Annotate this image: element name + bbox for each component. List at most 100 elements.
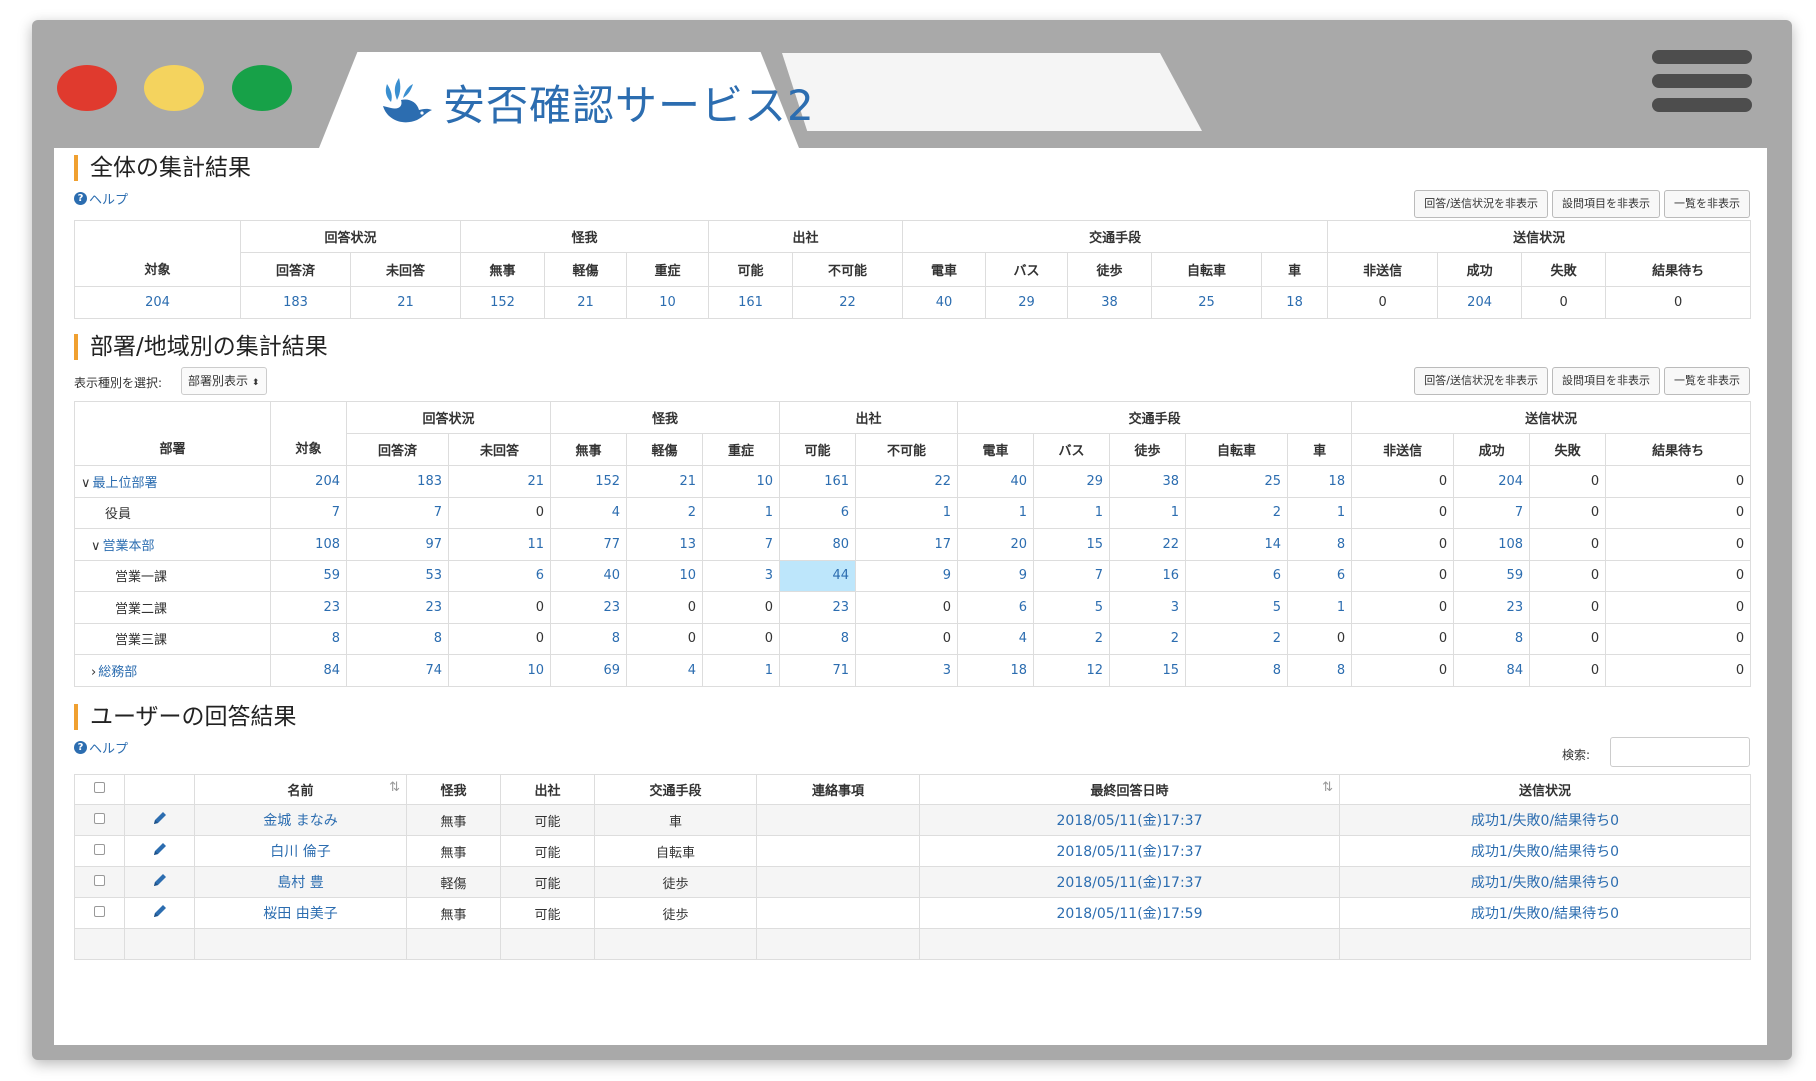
summary-cell[interactable]: 204 xyxy=(1437,286,1523,319)
last-response-datetime[interactable]: 2018/05/11(金)17:59 xyxy=(919,897,1340,929)
hide-list-button[interactable]: 一覧を非表示 xyxy=(1664,367,1750,395)
edit-cell[interactable] xyxy=(124,897,195,929)
summary-cell[interactable]: 4 xyxy=(626,654,704,687)
user-name-link[interactable]: 島村 豊 xyxy=(194,866,407,898)
summary-cell[interactable]: 8 xyxy=(1453,622,1531,655)
hide-question-items-button[interactable]: 設問項目を非表示 xyxy=(1552,367,1660,395)
summary-cell[interactable]: 21 xyxy=(447,465,552,498)
summary-cell[interactable]: 14 xyxy=(1185,528,1289,561)
summary-cell[interactable]: 12 xyxy=(1033,654,1111,687)
last-response-datetime[interactable]: 2018/05/11(金)17:37 xyxy=(919,835,1340,867)
summary-cell[interactable]: 40 xyxy=(902,286,987,319)
summary-cell[interactable]: 108 xyxy=(1453,528,1531,561)
summary-cell[interactable]: 8 xyxy=(1287,654,1353,687)
edit-cell[interactable] xyxy=(124,804,195,836)
summary-cell[interactable]: 59 xyxy=(1453,559,1531,592)
summary-cell[interactable]: 6 xyxy=(957,591,1035,624)
pencil-icon[interactable] xyxy=(151,840,169,858)
summary-cell[interactable]: 161 xyxy=(708,286,794,319)
row-checkbox[interactable] xyxy=(94,906,105,917)
summary-cell[interactable]: 1 xyxy=(1033,496,1111,529)
summary-cell[interactable]: 18 xyxy=(957,654,1035,687)
summary-cell[interactable]: 152 xyxy=(460,286,546,319)
select-all-checkbox-cell[interactable] xyxy=(74,774,125,805)
summary-cell[interactable]: 183 xyxy=(346,465,449,498)
summary-cell[interactable]: 6 xyxy=(447,559,552,592)
send-status-link[interactable]: 成功1/失敗0/結果待ち0 xyxy=(1339,897,1751,929)
summary-cell[interactable]: 8 xyxy=(1185,654,1289,687)
summary-cell[interactable]: 11 xyxy=(447,528,552,561)
hide-question-items-button[interactable]: 設問項目を非表示 xyxy=(1552,190,1660,218)
summary-cell[interactable]: 38 xyxy=(1067,286,1153,319)
summary-cell[interactable]: 25 xyxy=(1185,465,1289,498)
edit-cell[interactable] xyxy=(124,835,195,867)
summary-cell[interactable]: 84 xyxy=(270,654,347,687)
summary-cell[interactable]: 3 xyxy=(702,559,781,592)
summary-cell[interactable]: 38 xyxy=(1109,465,1187,498)
department-name[interactable]: 総務部 xyxy=(98,665,137,680)
summary-cell[interactable]: 97 xyxy=(346,528,449,561)
summary-cell[interactable]: 108 xyxy=(270,528,347,561)
summary-cell[interactable]: 8 xyxy=(779,622,857,655)
summary-cell[interactable]: 5 xyxy=(1185,591,1289,624)
search-input[interactable] xyxy=(1610,737,1750,767)
summary-cell[interactable]: 23 xyxy=(779,591,857,624)
summary-cell[interactable]: 8 xyxy=(550,622,628,655)
hamburger-menu-icon[interactable] xyxy=(1652,50,1752,122)
summary-cell[interactable]: 6 xyxy=(1185,559,1289,592)
summary-cell[interactable]: 1 xyxy=(855,496,959,529)
department-name-cell[interactable]: ∨ 最上位部署 xyxy=(74,465,271,498)
summary-cell[interactable]: 10 xyxy=(626,559,704,592)
display-type-select[interactable]: 部署別表示 ⬍ xyxy=(181,367,267,395)
summary-cell[interactable]: 3 xyxy=(855,654,959,687)
summary-cell[interactable]: 2 xyxy=(1109,622,1187,655)
summary-cell[interactable]: 183 xyxy=(240,286,351,319)
sort-icon[interactable]: ⇅ xyxy=(1322,780,1333,795)
column-header[interactable]: 名前 ⇅ xyxy=(194,774,407,805)
summary-cell[interactable]: 25 xyxy=(1151,286,1263,319)
summary-cell[interactable]: 152 xyxy=(550,465,628,498)
summary-cell[interactable]: 2 xyxy=(626,496,704,529)
edit-cell[interactable] xyxy=(124,866,195,898)
summary-cell[interactable]: 1 xyxy=(1287,496,1353,529)
summary-cell[interactable]: 7 xyxy=(1033,559,1111,592)
summary-cell[interactable]: 8 xyxy=(346,622,449,655)
summary-cell[interactable]: 18 xyxy=(1287,465,1353,498)
tree-toggle-icon[interactable]: › xyxy=(91,665,96,680)
pencil-icon[interactable] xyxy=(151,871,169,889)
user-name-link[interactable]: 桜田 由美子 xyxy=(194,897,407,929)
tab-blank[interactable] xyxy=(782,53,1202,131)
summary-cell[interactable]: 21 xyxy=(626,465,704,498)
summary-cell[interactable]: 40 xyxy=(550,559,628,592)
summary-cell[interactable]: 13 xyxy=(626,528,704,561)
row-checkbox[interactable] xyxy=(94,844,105,855)
summary-cell[interactable]: 4 xyxy=(957,622,1035,655)
row-checkbox-cell[interactable] xyxy=(74,897,125,929)
department-name-cell[interactable]: ∨ 営業本部 xyxy=(74,528,271,561)
pencil-icon[interactable] xyxy=(151,902,169,920)
summary-cell[interactable]: 21 xyxy=(544,286,628,319)
row-checkbox[interactable] xyxy=(94,813,105,824)
summary-cell[interactable]: 9 xyxy=(957,559,1035,592)
tree-toggle-icon[interactable]: ∨ xyxy=(91,539,101,554)
summary-cell[interactable]: 8 xyxy=(270,622,347,655)
summary-cell[interactable]: 1 xyxy=(702,496,781,529)
summary-cell[interactable]: 10 xyxy=(447,654,552,687)
send-status-link[interactable]: 成功1/失敗0/結果待ち0 xyxy=(1339,804,1751,836)
summary-cell[interactable]: 15 xyxy=(1033,528,1111,561)
summary-cell[interactable]: 6 xyxy=(779,496,857,529)
row-checkbox-cell[interactable] xyxy=(74,804,125,836)
summary-cell[interactable]: 1 xyxy=(1287,591,1353,624)
summary-cell[interactable]: 23 xyxy=(550,591,628,624)
row-checkbox-cell[interactable] xyxy=(74,866,125,898)
summary-cell[interactable]: 40 xyxy=(957,465,1035,498)
summary-cell[interactable]: 53 xyxy=(346,559,449,592)
summary-cell[interactable]: 23 xyxy=(270,591,347,624)
summary-cell[interactable]: 6 xyxy=(1287,559,1353,592)
pencil-icon[interactable] xyxy=(151,809,169,827)
summary-cell[interactable]: 74 xyxy=(346,654,449,687)
summary-cell[interactable]: 29 xyxy=(1033,465,1111,498)
summary-cell[interactable]: 29 xyxy=(985,286,1069,319)
summary-cell[interactable]: 7 xyxy=(270,496,347,529)
summary-cell[interactable]: 20 xyxy=(957,528,1035,561)
